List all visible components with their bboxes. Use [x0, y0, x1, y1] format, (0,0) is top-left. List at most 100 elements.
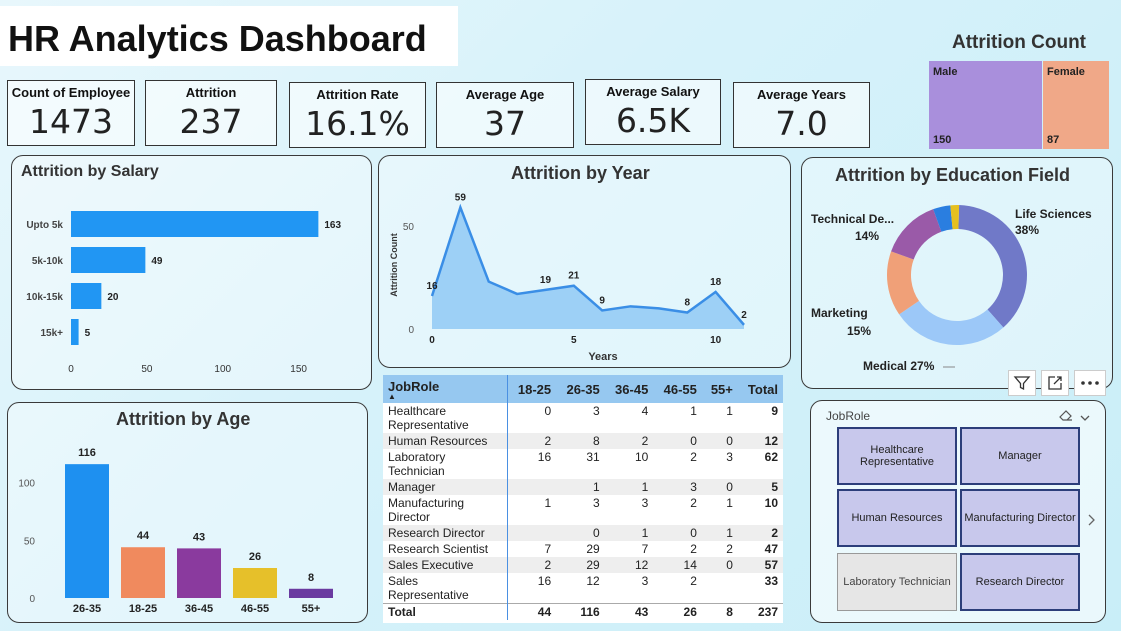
- data-label: 163: [324, 220, 341, 231]
- treemap-female-label: Female: [1047, 66, 1085, 78]
- eraser-icon[interactable]: [1058, 407, 1074, 426]
- value-cell: 1: [556, 479, 605, 495]
- matrix-header-col[interactable]: 46-55: [653, 375, 702, 403]
- jobrole-matrix[interactable]: JobRole ▲ 18-25 26-35 36-45 46-55 55+ To…: [383, 375, 783, 623]
- salary-bar: [71, 211, 319, 237]
- filter-icon[interactable]: [1008, 370, 1036, 396]
- matrix-header-col[interactable]: Total: [737, 375, 783, 403]
- data-label: 59: [455, 192, 467, 203]
- value-cell: 2: [604, 433, 654, 449]
- data-label: 8: [308, 572, 314, 584]
- x-tick-label: 50: [141, 364, 153, 375]
- slicer-item-healthcare-representative[interactable]: Healthcare Representative: [837, 427, 957, 485]
- value-cell: 2: [653, 449, 702, 479]
- value-cell: 1: [701, 525, 738, 541]
- matrix-header-col[interactable]: 36-45: [604, 375, 654, 403]
- row-label-cell: Manager: [383, 479, 508, 495]
- matrix-header-jobrole[interactable]: JobRole ▲: [383, 375, 508, 403]
- value-cell: 0: [507, 403, 557, 433]
- value-cell: 3: [604, 495, 654, 525]
- slice-pct-label: 15%: [847, 324, 871, 338]
- total-cell: 116: [556, 603, 605, 620]
- table-row[interactable]: Manufacturing Director 1 3 3 2 1 10: [383, 495, 783, 525]
- category-label: Upto 5k: [26, 220, 63, 231]
- table-row[interactable]: Sales Representative 16 12 3 2 33: [383, 573, 783, 604]
- age-bar: [233, 568, 277, 598]
- treemap-male[interactable]: Male 150: [929, 61, 1042, 149]
- kpi-attrition[interactable]: Attrition 237: [145, 80, 277, 146]
- value-cell: 33: [737, 573, 783, 604]
- table-row[interactable]: Human Resources 2 8 2 0 0 12: [383, 433, 783, 449]
- x-tick-label: 0: [68, 364, 74, 375]
- age-bar: [289, 588, 333, 598]
- kpi-count-of-employee[interactable]: Count of Employee 1473: [7, 80, 135, 146]
- row-label-cell: Research Director: [383, 525, 508, 541]
- chevron-right-icon[interactable]: [1086, 512, 1096, 531]
- slicer-item-manager[interactable]: Manager: [960, 427, 1080, 485]
- kpi-average-salary[interactable]: Average Salary 6.5K: [585, 79, 721, 145]
- more-options-icon[interactable]: [1074, 370, 1106, 396]
- value-cell: 2: [653, 495, 702, 525]
- value-cell: 16: [507, 449, 557, 479]
- row-label-cell: Manufacturing Director: [383, 495, 508, 525]
- value-cell: 3: [604, 573, 654, 604]
- value-cell: 1: [507, 495, 557, 525]
- total-row: Total 44 116 43 26 8 237: [383, 603, 783, 620]
- value-cell: 12: [737, 433, 783, 449]
- row-label-cell: Laboratory Technician: [383, 449, 508, 479]
- matrix-header-col[interactable]: 18-25: [507, 375, 557, 403]
- kpi-average-years[interactable]: Average Years 7.0: [733, 82, 870, 148]
- age-bar-chart: 0 50 100 116 26-35 44 18-25 43 36-45 26 46-55 8 55+: [18, 447, 333, 615]
- donut-slice: [891, 209, 942, 260]
- row-label-cell: Sales Representative: [383, 573, 508, 604]
- value-cell: [507, 479, 557, 495]
- page-title: HR Analytics Dashboard: [8, 18, 427, 59]
- treemap-female[interactable]: Female 87: [1043, 61, 1109, 149]
- kpi-label: Attrition: [185, 85, 237, 100]
- salary-bar: [71, 283, 102, 309]
- value-cell: 3: [556, 495, 605, 525]
- slicer-item-research-director[interactable]: Research Director: [960, 553, 1080, 611]
- value-cell: 14: [653, 557, 702, 573]
- value-cell: 8: [556, 433, 605, 449]
- value-cell: 3: [653, 479, 702, 495]
- matrix-header-col[interactable]: 55+: [701, 375, 738, 403]
- data-label: 20: [107, 292, 119, 303]
- data-label: 49: [151, 256, 163, 267]
- slicer-item-laboratory-technician[interactable]: Laboratory Technician: [837, 553, 957, 611]
- total-cell: 44: [507, 603, 557, 620]
- value-cell: 29: [556, 541, 605, 557]
- value-cell: 62: [737, 449, 783, 479]
- value-cell: 7: [604, 541, 654, 557]
- total-cell: Total: [383, 603, 508, 620]
- age-bar: [177, 548, 221, 598]
- kpi-label: Average Age: [465, 87, 545, 102]
- table-row[interactable]: Laboratory Technician 16 31 10 2 3 62: [383, 449, 783, 479]
- table-row[interactable]: Sales Executive 2 29 12 14 0 57: [383, 557, 783, 573]
- kpi-average-age[interactable]: Average Age 37: [436, 82, 574, 148]
- value-cell: 3: [556, 403, 605, 433]
- table-row[interactable]: Research Director 0 1 0 1 2: [383, 525, 783, 541]
- title-bar: HR Analytics Dashboard: [0, 6, 458, 66]
- chevron-down-icon[interactable]: [1079, 408, 1091, 427]
- matrix-header-col[interactable]: 26-35: [556, 375, 605, 403]
- kpi-value: 6.5K: [615, 101, 691, 140]
- table-row[interactable]: Research Scientist 7 29 7 2 2 47: [383, 541, 783, 557]
- table-row[interactable]: Healthcare Representative 0 3 4 1 1 9: [383, 403, 783, 433]
- slice-pct-label: 38%: [1015, 223, 1039, 237]
- value-cell: 1: [701, 495, 738, 525]
- y-tick-label: 50: [24, 536, 36, 547]
- total-cell: 43: [604, 603, 654, 620]
- slicer-item-manufacturing-director[interactable]: Manufacturing Director: [960, 489, 1080, 547]
- value-cell: 0: [653, 433, 702, 449]
- slicer-item-human-resources[interactable]: Human Resources: [837, 489, 957, 547]
- kpi-attrition-rate[interactable]: Attrition Rate 16.1%: [289, 82, 426, 148]
- category-label: 5k-10k: [32, 256, 64, 267]
- age-bar: [65, 464, 109, 598]
- value-cell: 1: [604, 479, 654, 495]
- value-cell: 5: [737, 479, 783, 495]
- table-row[interactable]: Manager 1 1 3 0 5: [383, 479, 783, 495]
- value-cell: 47: [737, 541, 783, 557]
- value-cell: 0: [701, 479, 738, 495]
- focus-mode-icon[interactable]: [1041, 370, 1069, 396]
